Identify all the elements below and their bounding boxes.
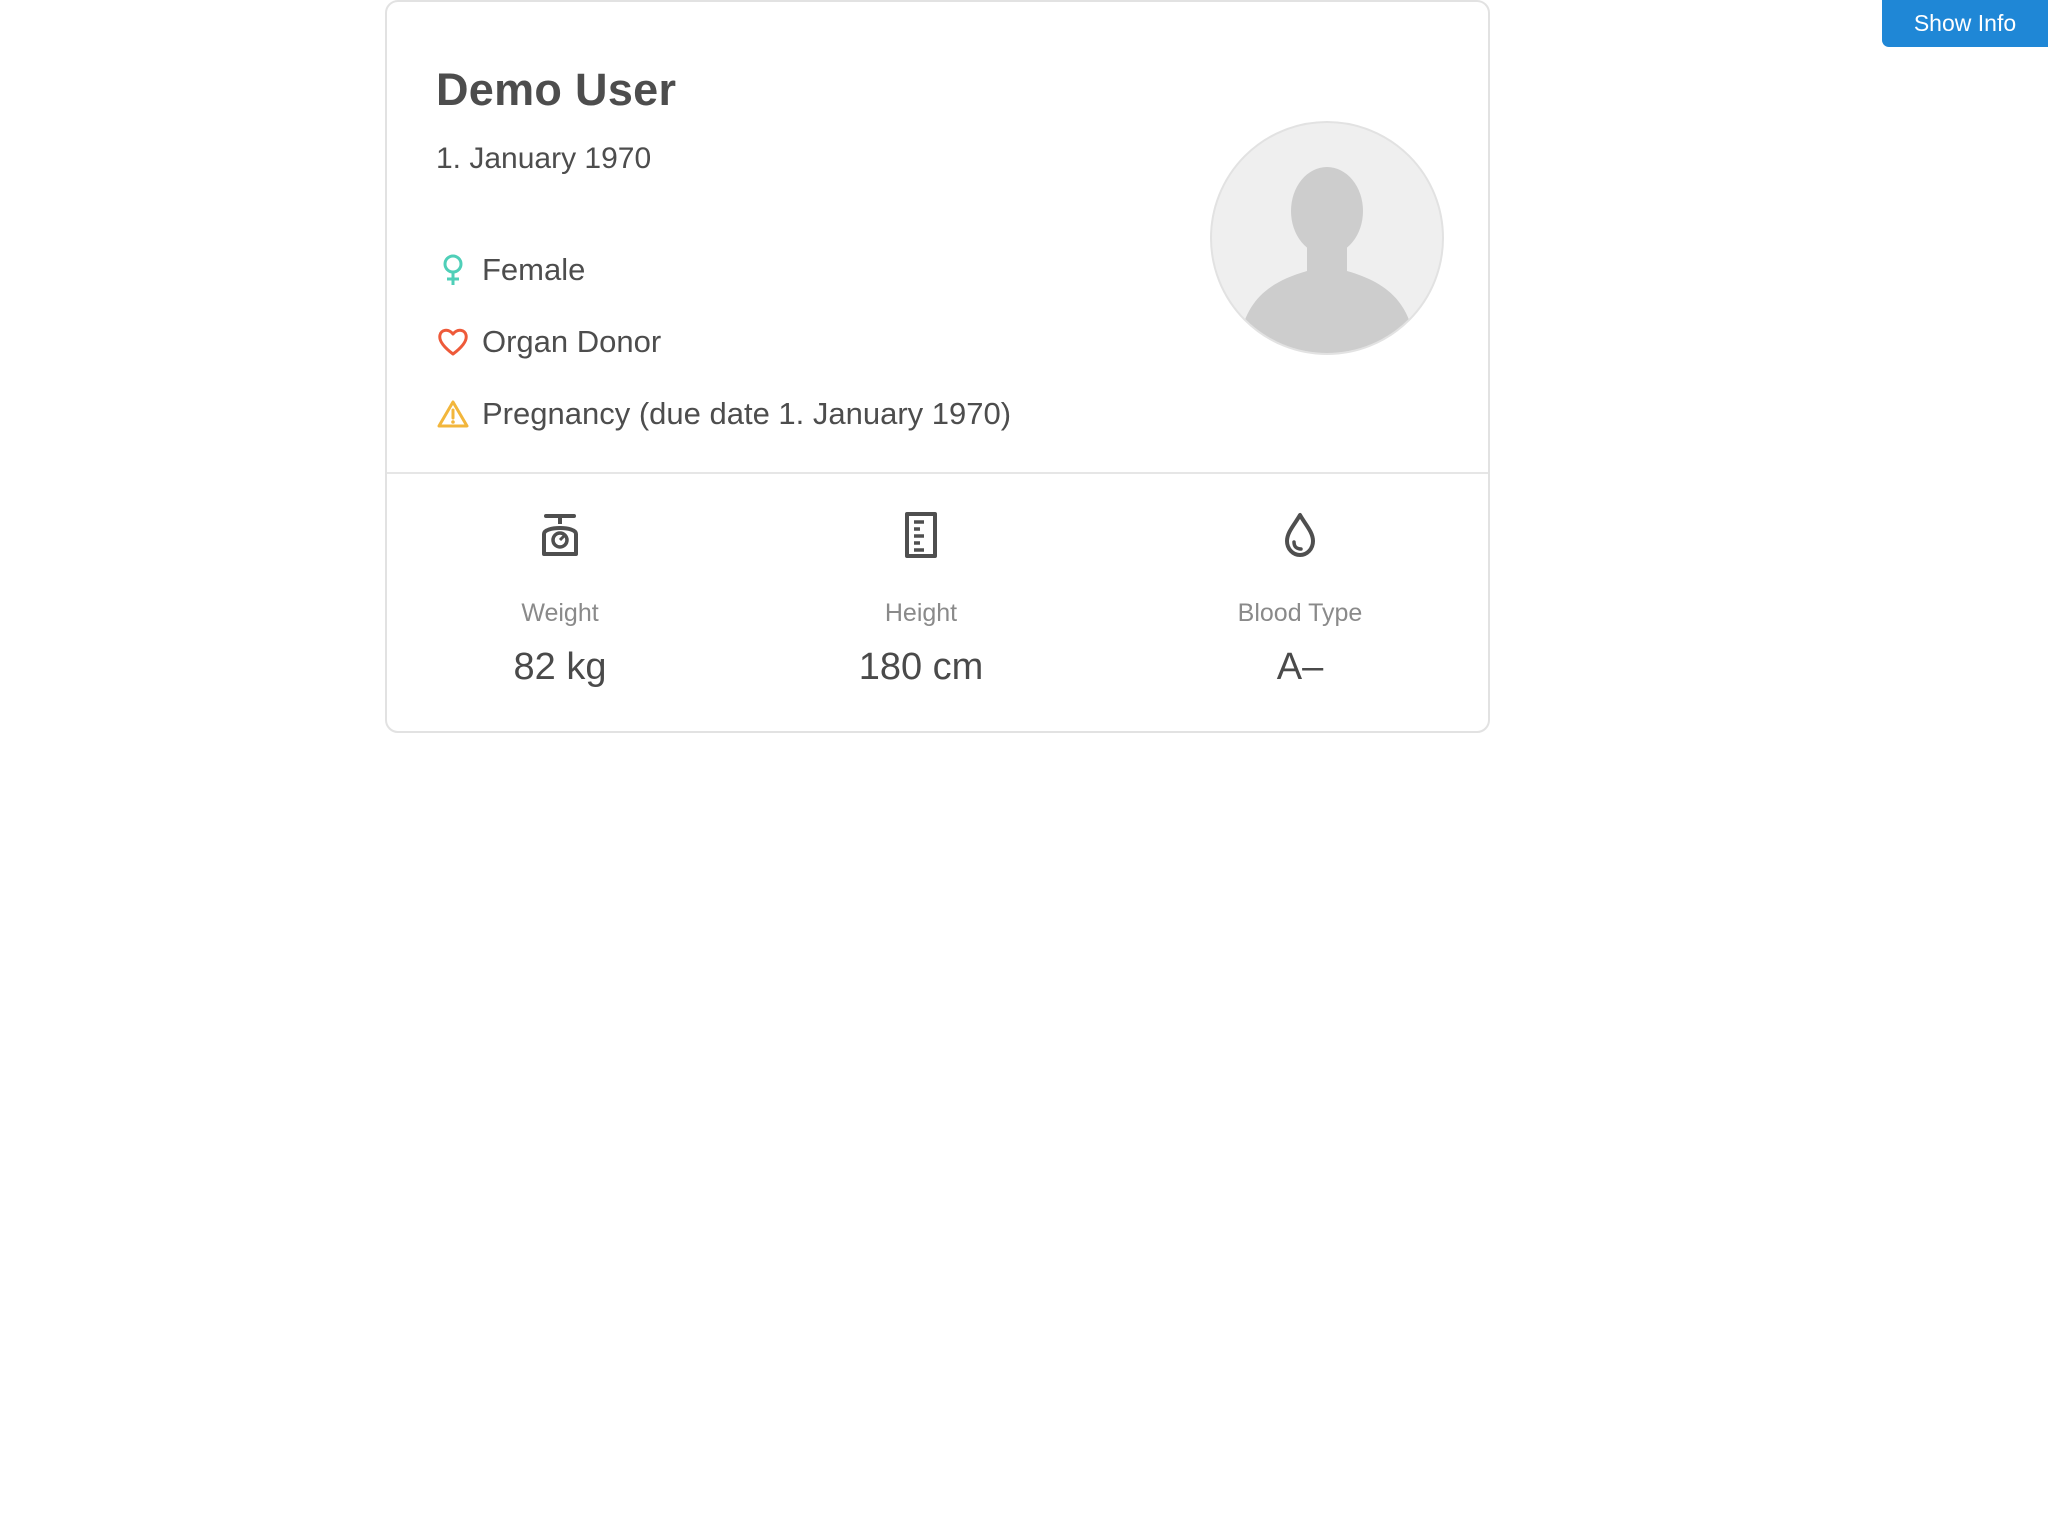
stat-weight: Weight 82 kg [430,508,690,689]
stat-blood-type-label: Blood Type [1237,599,1363,627]
detail-organ-donor-label: Organ Donor [482,324,662,359]
vitals: Weight 82 kg Height 180 cm Blood Type A– [387,474,1488,735]
stat-height-label: Height [884,599,958,627]
detail-pregnancy: Pregnancy (due date 1. January 1970) [436,378,1011,450]
stat-height: Height 180 cm [791,508,1051,689]
stat-weight-value: 82 kg [513,646,607,688]
female-icon [436,253,470,287]
stat-weight-label: Weight [521,599,599,627]
scale-icon [430,508,690,562]
user-name: Demo User [436,64,677,115]
ruler-icon [791,508,1051,562]
profile-card: Demo User 1. January 1970 Female Organ D… [385,0,1490,733]
detail-gender: Female [436,234,1011,306]
stat-blood-type: Blood Type A– [1170,508,1430,689]
stat-height-value: 180 cm [858,646,984,688]
birth-date: 1. January 1970 [436,142,652,175]
user-silhouette-icon [1240,167,1414,353]
detail-pregnancy-label: Pregnancy (due date 1. January 1970) [482,396,1012,431]
avatar [1210,121,1444,355]
page: Show Info Demo User 1. January 1970 Fema… [0,0,2048,1536]
detail-organ-donor: Organ Donor [436,306,1011,378]
warning-icon [436,397,470,431]
profile-header: Demo User 1. January 1970 Female Organ D… [387,2,1488,474]
profile-details: Female Organ Donor Pregnancy (due date 1… [436,234,1011,450]
stat-blood-type-value: A– [1276,646,1324,688]
detail-gender-label: Female [482,252,586,287]
heart-icon [436,325,470,359]
drop-icon [1170,508,1430,562]
show-info-button[interactable]: Show Info [1882,0,2048,47]
